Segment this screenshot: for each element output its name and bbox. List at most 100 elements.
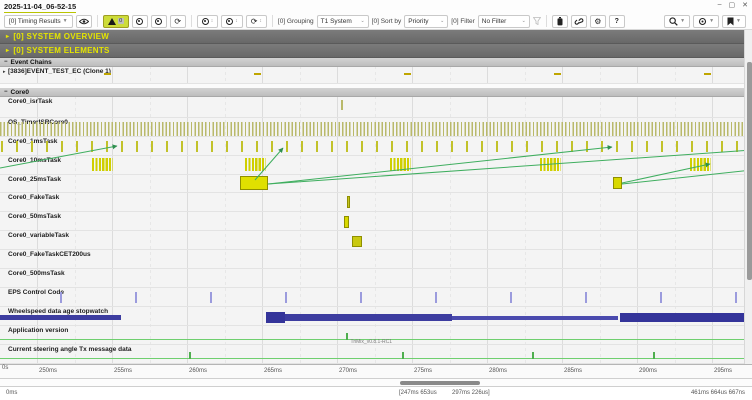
activation-tick[interactable] bbox=[402, 352, 404, 359]
timeline-row-3836-event-test-ec-clone-1[interactable]: ▸[3836]EVENT_TEST_EC (Clone 1) bbox=[0, 67, 744, 84]
collapse-rows-button[interactable]: ↕ bbox=[221, 15, 243, 28]
activation-tick[interactable] bbox=[135, 292, 137, 303]
reload-button[interactable]: ⟳↕ bbox=[246, 15, 267, 28]
timeline-row-core0-faketask[interactable]: Core0_FakeTask bbox=[0, 193, 744, 212]
expand-arrow-icon[interactable]: ▸ bbox=[6, 47, 9, 54]
horizontal-scrollbar[interactable] bbox=[0, 378, 752, 387]
timeline-row-core0-10mstask[interactable]: Core0_10msTask bbox=[0, 156, 744, 175]
activation-tick[interactable] bbox=[226, 141, 229, 152]
activation-tick[interactable] bbox=[1, 141, 4, 152]
activation-tick[interactable] bbox=[653, 352, 655, 359]
execution-block[interactable] bbox=[240, 176, 268, 190]
event-instance-marker[interactable] bbox=[104, 73, 111, 75]
warnings-button[interactable]: 0 bbox=[103, 15, 129, 28]
activation-tick[interactable] bbox=[241, 141, 244, 152]
activation-tick[interactable] bbox=[510, 292, 512, 303]
activation-tick[interactable] bbox=[706, 141, 709, 152]
activation-tick[interactable] bbox=[601, 141, 604, 152]
activation-tick[interactable] bbox=[556, 141, 559, 152]
activation-tick[interactable] bbox=[189, 352, 191, 359]
activation-tick[interactable] bbox=[646, 141, 649, 152]
activation-tick[interactable] bbox=[211, 141, 214, 152]
activation-tick[interactable] bbox=[661, 141, 664, 152]
help-button[interactable]: ? bbox=[609, 15, 625, 28]
task-state-view-button[interactable] bbox=[132, 15, 148, 28]
activation-tick[interactable] bbox=[451, 141, 454, 152]
activation-tick[interactable] bbox=[256, 141, 259, 152]
activation-tick[interactable] bbox=[421, 141, 424, 152]
target-button[interactable]: ▼ bbox=[693, 15, 719, 28]
activation-tick[interactable] bbox=[331, 141, 334, 152]
activation-tick[interactable] bbox=[166, 141, 169, 152]
event-instance-marker[interactable] bbox=[554, 73, 561, 75]
activation-tick[interactable] bbox=[121, 141, 124, 152]
stopwatch-segment[interactable] bbox=[266, 312, 285, 323]
vertical-scrollbar-thumb[interactable] bbox=[747, 62, 752, 280]
activation-tick[interactable] bbox=[61, 141, 64, 152]
timeline-row-core0-faketaskcet200us[interactable]: Core0_FakeTaskCET200us bbox=[0, 250, 744, 269]
activation-tick[interactable] bbox=[31, 141, 34, 152]
activation-tick[interactable] bbox=[376, 141, 379, 152]
timeline-row-os-timerisrcore0[interactable]: OS_TimerISRCore0 bbox=[0, 118, 744, 137]
activation-tick[interactable] bbox=[481, 141, 484, 152]
activation-tick[interactable] bbox=[76, 141, 79, 152]
activation-tick[interactable] bbox=[496, 141, 499, 152]
expand-arrow-icon[interactable]: ▸ bbox=[3, 69, 6, 75]
timeline-row-core0-1mstask[interactable]: Core0_1msTask bbox=[0, 137, 744, 156]
stopwatch-segment[interactable] bbox=[0, 315, 121, 320]
timing-results-button[interactable]: [0] Timing Results ▼ bbox=[4, 15, 73, 28]
close-icon[interactable]: ✕ bbox=[742, 1, 748, 9]
activation-tick[interactable] bbox=[91, 141, 94, 152]
execution-burst[interactable] bbox=[0, 122, 747, 136]
link-button[interactable] bbox=[571, 15, 587, 28]
execution-burst[interactable] bbox=[540, 158, 561, 171]
search-button[interactable]: ▼ bbox=[664, 15, 690, 28]
activation-tick[interactable] bbox=[136, 141, 139, 152]
sort-by-select[interactable]: Priority ⌄ bbox=[404, 15, 448, 28]
activation-tick[interactable] bbox=[196, 141, 199, 152]
execution-block[interactable] bbox=[347, 196, 350, 208]
expand-arrow-icon[interactable]: ▸ bbox=[6, 33, 9, 40]
vertical-scrollbar[interactable] bbox=[744, 30, 752, 364]
activation-tick[interactable] bbox=[660, 292, 662, 303]
horizontal-scrollbar-thumb[interactable] bbox=[400, 381, 480, 385]
timeline-row-current-steering-angle-tx-message-data[interactable]: Current steering angle Tx message data bbox=[0, 345, 744, 364]
activation-tick[interactable] bbox=[735, 292, 737, 303]
activation-tick[interactable] bbox=[151, 141, 154, 152]
activation-tick[interactable] bbox=[721, 141, 724, 152]
activation-tick[interactable] bbox=[586, 141, 589, 152]
activation-tick[interactable] bbox=[436, 141, 439, 152]
execution-block[interactable] bbox=[613, 177, 622, 189]
timeline-row-core0-50mstask[interactable]: Core0_50msTask bbox=[0, 212, 744, 231]
activation-tick[interactable] bbox=[341, 100, 343, 110]
activation-tick[interactable] bbox=[60, 292, 62, 303]
activation-tick[interactable] bbox=[541, 141, 544, 152]
group-header-core0[interactable]: −Core0 bbox=[0, 88, 744, 97]
activation-tick[interactable] bbox=[736, 141, 739, 152]
activation-tick[interactable] bbox=[106, 141, 109, 152]
activation-tick[interactable] bbox=[466, 141, 469, 152]
filter-select[interactable]: No Filter ⌄ bbox=[478, 15, 530, 28]
timeline-row-eps-control-code[interactable]: EPS Control Code bbox=[0, 288, 744, 307]
activation-tick[interactable] bbox=[571, 141, 574, 152]
collapse-icon[interactable]: − bbox=[4, 59, 8, 65]
section-header-0-system-overview[interactable]: ▸[0] SYSTEM OVERVIEW bbox=[0, 30, 744, 44]
timeline-row-application-version[interactable]: Application versionTriMix_v0.8.1-RC1 bbox=[0, 326, 744, 345]
collapse-icon[interactable]: − bbox=[4, 89, 8, 95]
activation-tick[interactable] bbox=[181, 141, 184, 152]
timeline-row-wheelspeed-data-age-stopwatch[interactable]: Wheelspeed data age stopwatch bbox=[0, 307, 744, 326]
chart-area[interactable]: ▸[0] SYSTEM OVERVIEW▸[0] SYSTEM ELEMENTS… bbox=[0, 30, 752, 364]
activation-tick[interactable] bbox=[511, 141, 514, 152]
stopwatch-segment[interactable] bbox=[452, 316, 618, 320]
activation-tick[interactable] bbox=[360, 292, 362, 303]
activation-tick[interactable] bbox=[532, 352, 534, 359]
execution-burst[interactable] bbox=[390, 158, 411, 171]
event-view-button[interactable]: ⟳ bbox=[170, 15, 186, 28]
activation-tick[interactable] bbox=[316, 141, 319, 152]
activation-tick[interactable] bbox=[46, 141, 49, 152]
execution-burst[interactable] bbox=[92, 158, 113, 171]
activation-tick[interactable] bbox=[361, 141, 364, 152]
timeline-row-core0-25mstask[interactable]: Core0_25msTask bbox=[0, 175, 744, 193]
group-header-event-chains[interactable]: −Event Chains bbox=[0, 58, 744, 67]
activation-tick[interactable] bbox=[631, 141, 634, 152]
